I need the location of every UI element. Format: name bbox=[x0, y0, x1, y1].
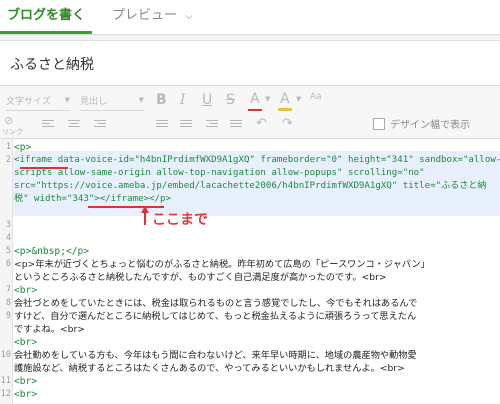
line-number-gutter bbox=[0, 139, 13, 404]
tab-preview-label: プレビュー bbox=[112, 8, 178, 23]
tab-write-blog[interactable]: ブログを書く bbox=[0, 0, 92, 34]
redo-icon[interactable]: ↷ bbox=[282, 116, 293, 131]
link-icon[interactable]: ⊘ bbox=[4, 114, 13, 127]
code-line: <br> bbox=[14, 285, 38, 296]
code-line: <p> bbox=[14, 142, 32, 153]
undo-icon[interactable]: ↶ bbox=[256, 116, 267, 131]
code-line: <br> bbox=[14, 337, 38, 348]
code-line: <p>年末が近づくとちょっと悩むのがふるさと納税。昨年初めて広島の「ピースワンコ… bbox=[14, 259, 430, 270]
text-color-swatch bbox=[248, 109, 262, 111]
annotation-label: ここまで bbox=[152, 212, 208, 228]
chevron-down-icon: ▼ bbox=[64, 96, 70, 104]
code-line: <p>&nbsp;</p> bbox=[14, 246, 90, 257]
code-line: <iframe data-voice-id="h4bnIPrdimfWXD9A1… bbox=[14, 155, 500, 165]
line-number: 7 bbox=[5, 285, 11, 295]
text-color-button[interactable]: A bbox=[250, 91, 260, 107]
code-line: scripts allow-same-origin allow-top-navi… bbox=[14, 168, 425, 178]
font-size-select-label: 文字サイズ bbox=[6, 97, 51, 107]
iframe-end-underline bbox=[88, 206, 164, 208]
link-label: リンク bbox=[2, 128, 23, 136]
italic-button[interactable]: I bbox=[180, 92, 186, 108]
tab-preview[interactable]: プレビュー ⌵ bbox=[112, 0, 193, 34]
outdent-icon[interactable] bbox=[206, 120, 218, 130]
editor-toolbar: 文字サイズ ▼ 見出し ▼ B I U S A ▼ A ▼ Aa ⊘ リンク ↶ ↷ bbox=[0, 86, 500, 139]
numbered-list-icon[interactable] bbox=[180, 120, 192, 130]
line-number: 8 bbox=[5, 298, 11, 308]
highlight-color-button[interactable]: A bbox=[280, 91, 290, 107]
line-number: 4 bbox=[5, 233, 11, 243]
html-editor[interactable]: 1 2 3 4 5 6 7 8 9 10 11 12 <p> <iframe d… bbox=[0, 139, 500, 404]
chevron-down-icon[interactable]: ▼ bbox=[265, 95, 270, 103]
code-line: src="https://voice.ameba.jp/embed/lacach… bbox=[14, 181, 487, 191]
code-line: <br> bbox=[14, 389, 38, 400]
code-line: 会社勤めをしている方も、今年はもう間に合わないけど、来年早い時期に、地域の農産物… bbox=[14, 350, 417, 361]
design-width-label: デザイン幅で表示 bbox=[390, 120, 470, 131]
code-line: 護施設など、納税するところはたくさんあるので、やってみるといいかもしれませんよ。… bbox=[14, 363, 405, 374]
font-size-select[interactable]: 文字サイズ ▼ bbox=[6, 94, 70, 111]
highlight-color-swatch bbox=[278, 108, 292, 111]
title-value: ふるさと納税 bbox=[10, 57, 94, 73]
quote-icon[interactable] bbox=[230, 120, 242, 130]
bullet-list-icon[interactable] bbox=[156, 120, 168, 130]
line-number: 9 bbox=[5, 311, 11, 321]
align-right-icon[interactable] bbox=[94, 120, 106, 130]
strikethrough-button[interactable]: S bbox=[226, 92, 235, 108]
chevron-down-icon: ⌵ bbox=[185, 11, 193, 22]
arrow-shaft bbox=[144, 212, 146, 225]
code-line: すけど、自分で選んだところに納税してはじめて、もっと税金払えるように頑張ろうって… bbox=[14, 311, 417, 322]
code-line: 会社づとめをしていたときには、税金は取られるものと言う感覚でしたし、今でもそれは… bbox=[14, 298, 418, 309]
underline-button[interactable]: U bbox=[202, 92, 212, 108]
line-number: 11 bbox=[0, 376, 11, 386]
code-line: 税" width="343"></iframe></p> bbox=[14, 194, 171, 204]
heading-select-label: 見出し bbox=[80, 97, 108, 107]
code-line: というところふるさと納税したんですが、ものすごく自己満足度が高かったのです。<b… bbox=[14, 272, 387, 283]
design-width-checkbox[interactable] bbox=[373, 118, 385, 130]
bold-button[interactable]: B bbox=[156, 92, 167, 108]
line-number: 2 bbox=[5, 155, 11, 165]
editor-tabs: ブログを書く プレビュー ⌵ bbox=[0, 0, 500, 35]
line-number: 10 bbox=[0, 350, 11, 360]
clear-format-icon[interactable]: Aa bbox=[310, 92, 322, 102]
heading-select[interactable]: 見出し ▼ bbox=[80, 94, 144, 111]
code-line: ですよね。<br> bbox=[14, 324, 85, 335]
iframe-start-underline bbox=[20, 167, 68, 169]
align-left-icon[interactable] bbox=[42, 120, 54, 130]
line-number: 3 bbox=[5, 220, 11, 230]
line-number: 12 bbox=[0, 389, 11, 399]
chevron-down-icon: ▼ bbox=[138, 96, 144, 104]
line-number: 1 bbox=[5, 142, 11, 152]
code-line: <br> bbox=[14, 376, 38, 387]
title-field[interactable]: ふるさと納税 bbox=[0, 40, 500, 86]
align-center-icon[interactable] bbox=[68, 120, 80, 130]
chevron-down-icon[interactable]: ▼ bbox=[296, 95, 301, 103]
line-number: 6 bbox=[5, 259, 11, 269]
line-number: 5 bbox=[5, 246, 11, 256]
